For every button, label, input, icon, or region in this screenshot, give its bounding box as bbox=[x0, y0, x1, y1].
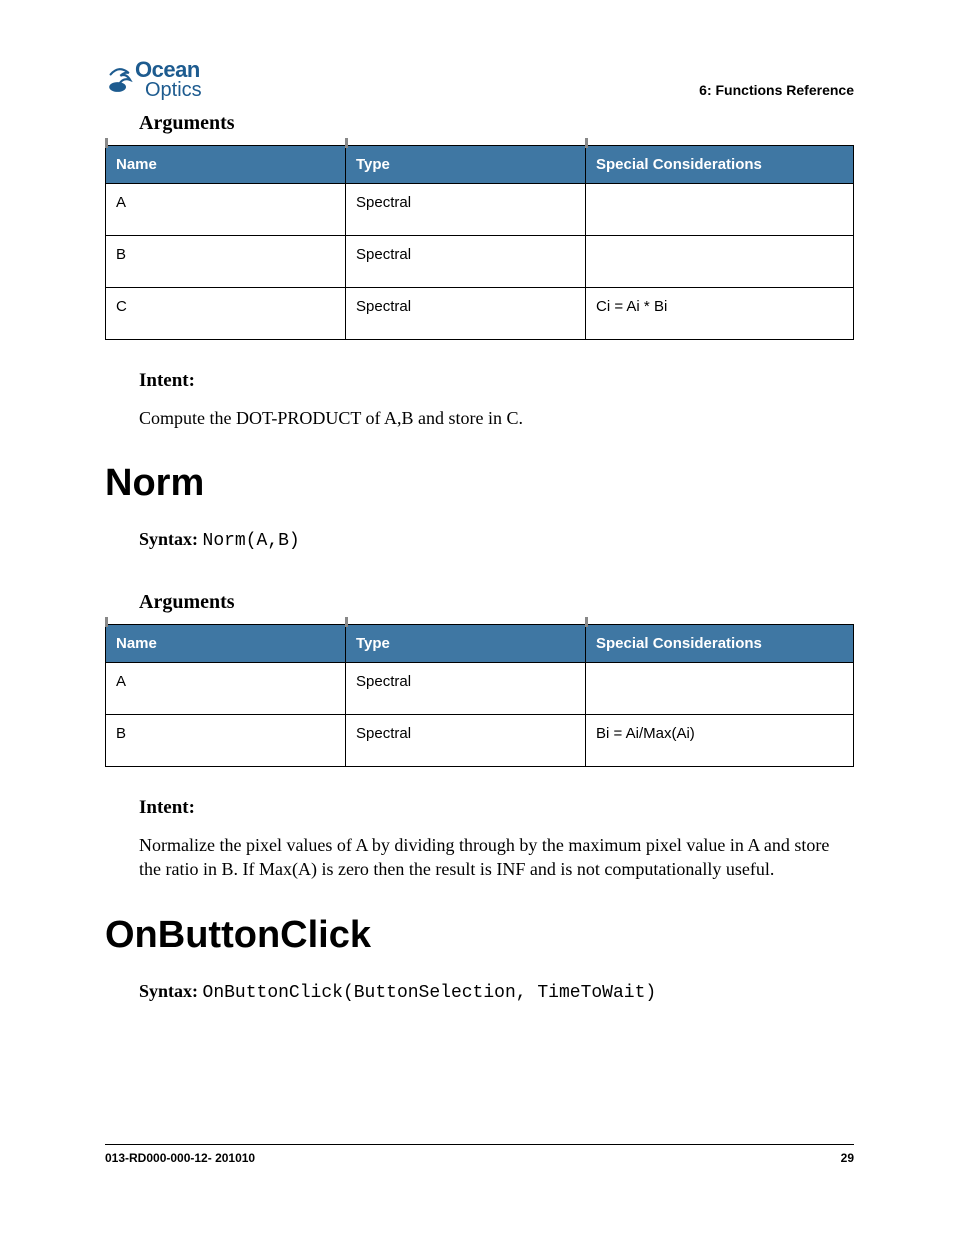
col-header-name: Name bbox=[106, 625, 346, 663]
cell-spec: Bi = Ai/Max(Ai) bbox=[586, 715, 854, 767]
arguments-heading: Arguments bbox=[139, 591, 854, 614]
syntax-code: Norm(A,B) bbox=[203, 531, 300, 551]
table-header-row: Name Type Special Considerations bbox=[106, 145, 854, 183]
cell-type: Spectral bbox=[346, 235, 586, 287]
intent-body: Normalize the pixel values of A by divid… bbox=[139, 833, 854, 882]
chapter-reference: 6: Functions Reference bbox=[699, 82, 854, 98]
col-header-type: Type bbox=[346, 625, 586, 663]
table-row: C Spectral Ci = Ai * Bi bbox=[106, 287, 854, 339]
function-heading-norm: Norm bbox=[105, 462, 854, 505]
table-row: A Spectral bbox=[106, 663, 854, 715]
logo-text-top: Ocean bbox=[135, 60, 202, 81]
cell-name: C bbox=[106, 287, 346, 339]
cell-type: Spectral bbox=[346, 663, 586, 715]
syntax-line: Syntax: OnButtonClick(ButtonSelection, T… bbox=[139, 981, 854, 1003]
syntax-label: Syntax: bbox=[139, 529, 198, 549]
doc-id: 013-RD000-000-12- 201010 bbox=[105, 1151, 255, 1165]
syntax-label: Syntax: bbox=[139, 981, 198, 1001]
wave-icon bbox=[105, 66, 133, 94]
table-header-row: Name Type Special Considerations bbox=[106, 625, 854, 663]
cell-name: B bbox=[106, 235, 346, 287]
cell-spec bbox=[586, 183, 854, 235]
page-number: 29 bbox=[841, 1151, 854, 1165]
cell-type: Spectral bbox=[346, 287, 586, 339]
table-row: A Spectral bbox=[106, 183, 854, 235]
table-row: B Spectral bbox=[106, 235, 854, 287]
cell-name: A bbox=[106, 183, 346, 235]
arguments-table: Name Type Special Considerations A Spect… bbox=[105, 145, 854, 340]
syntax-code: OnButtonClick(ButtonSelection, TimeToWai… bbox=[203, 983, 657, 1003]
page-header: Ocean Optics 6: Functions Reference bbox=[105, 60, 854, 100]
logo-text-bottom: Optics bbox=[145, 81, 202, 100]
arguments-heading: Arguments bbox=[139, 112, 854, 135]
cell-name: B bbox=[106, 715, 346, 767]
function-heading-onbuttonclick: OnButtonClick bbox=[105, 914, 854, 957]
intent-heading: Intent: bbox=[139, 797, 854, 819]
page-footer: 013-RD000-000-12- 201010 29 bbox=[105, 1144, 854, 1165]
col-header-name: Name bbox=[106, 145, 346, 183]
cell-spec bbox=[586, 235, 854, 287]
cell-spec bbox=[586, 663, 854, 715]
arguments-table: Name Type Special Considerations A Spect… bbox=[105, 624, 854, 767]
col-header-type: Type bbox=[346, 145, 586, 183]
cell-type: Spectral bbox=[346, 183, 586, 235]
cell-type: Spectral bbox=[346, 715, 586, 767]
col-header-spec: Special Considerations bbox=[586, 625, 854, 663]
cell-spec: Ci = Ai * Bi bbox=[586, 287, 854, 339]
col-header-spec: Special Considerations bbox=[586, 145, 854, 183]
cell-name: A bbox=[106, 663, 346, 715]
syntax-line: Syntax: Norm(A,B) bbox=[139, 529, 854, 551]
intent-heading: Intent: bbox=[139, 370, 854, 392]
intent-body: Compute the DOT-PRODUCT of A,B and store… bbox=[139, 406, 854, 430]
brand-logo: Ocean Optics bbox=[105, 60, 202, 100]
table-row: B Spectral Bi = Ai/Max(Ai) bbox=[106, 715, 854, 767]
